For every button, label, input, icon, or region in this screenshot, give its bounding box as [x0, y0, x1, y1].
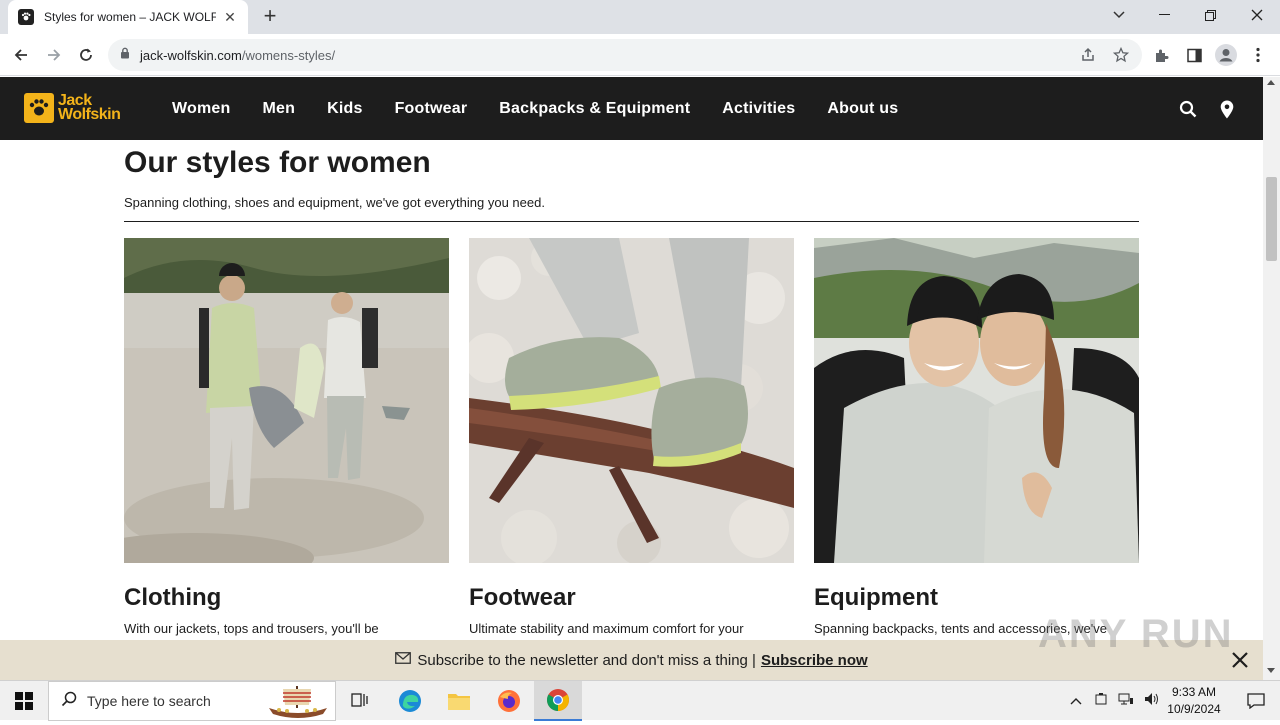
footwear-image[interactable]: [469, 238, 794, 563]
page-content: Our styles for women Spanning clothing, …: [0, 140, 1263, 640]
taskbar-clock[interactable]: 9:33 AM 10/9/2024: [1162, 684, 1226, 718]
profile-avatar-icon[interactable]: [1215, 44, 1237, 66]
tray-chevron-up-icon[interactable]: [1070, 692, 1082, 710]
page-scrollbar[interactable]: [1263, 77, 1280, 680]
search-icon[interactable]: [1176, 97, 1200, 121]
scroll-up-arrow-icon[interactable]: [1267, 80, 1275, 85]
edge-browser-icon[interactable]: [386, 681, 434, 721]
viking-ship-icon: [265, 684, 331, 725]
nav-men[interactable]: Men: [262, 100, 295, 118]
page-title: Our styles for women: [124, 146, 431, 179]
chrome-icon[interactable]: [534, 681, 582, 721]
main-navigation: Women Men Kids Footwear Backpacks & Equi…: [172, 77, 930, 140]
reload-button[interactable]: [73, 42, 99, 68]
site-header: Jack Wolfskin Women Men Kids Footwear Ba…: [0, 77, 1263, 140]
minimize-button[interactable]: [1141, 0, 1187, 30]
site-favicon-icon: [18, 9, 34, 25]
url-path: /womens-styles/: [241, 47, 336, 63]
scroll-down-arrow-icon[interactable]: [1267, 668, 1275, 673]
start-button[interactable]: [0, 681, 48, 721]
category-card-footwear[interactable]: Footwear Ultimate stability and maximum …: [469, 238, 794, 636]
card-title-clothing[interactable]: Clothing: [124, 584, 221, 612]
nav-women[interactable]: Women: [172, 100, 230, 118]
firefox-icon[interactable]: [485, 681, 533, 721]
network-icon[interactable]: [1118, 692, 1134, 711]
address-bar[interactable]: jack-wolfskin.com /womens-styles/: [108, 39, 1142, 71]
clothing-image[interactable]: [124, 238, 449, 563]
browser-toolbar: jack-wolfskin.com /womens-styles/: [0, 34, 1280, 76]
bookmark-star-icon[interactable]: [1113, 39, 1129, 71]
back-button[interactable]: [8, 42, 34, 68]
category-card-clothing[interactable]: Clothing With our jackets, tops and trou…: [124, 238, 449, 636]
search-icon: [61, 691, 77, 712]
new-tab-button[interactable]: +: [258, 5, 282, 29]
nav-kids[interactable]: Kids: [327, 100, 362, 118]
divider: [124, 221, 1139, 222]
paw-logo-icon: [24, 93, 54, 123]
envelope-icon: [395, 651, 412, 669]
lock-icon[interactable]: [120, 46, 130, 64]
browser-tab[interactable]: Styles for women – JACK WOLFSKIN ✕: [8, 0, 248, 34]
category-card-equipment[interactable]: Equipment Spanning backpacks, tents and …: [814, 238, 1139, 636]
logo-line-2: Wolfskin: [58, 106, 121, 123]
nav-activities[interactable]: Activities: [722, 100, 795, 118]
subscribe-now-link[interactable]: Subscribe now: [761, 652, 868, 669]
scroll-thumb[interactable]: [1266, 177, 1277, 261]
url-host: jack-wolfskin.com: [140, 47, 242, 63]
windows-taskbar: Type here to search 9:33 AM 10/9/2024: [0, 680, 1280, 721]
nav-footwear[interactable]: Footwear: [395, 100, 468, 118]
tab-search-chevron-icon[interactable]: [1096, 0, 1142, 30]
nav-backpacks-equipment[interactable]: Backpacks & Equipment: [499, 100, 690, 118]
anyrun-watermark: ANY RUN: [1038, 612, 1234, 656]
clock-time: 9:33 AM: [1171, 685, 1217, 699]
extensions-icon[interactable]: [1151, 44, 1173, 66]
nav-about-us[interactable]: About us: [827, 100, 898, 118]
volume-icon[interactable]: [1144, 692, 1160, 711]
restore-button[interactable]: [1187, 0, 1233, 30]
clock-date: 10/9/2024: [1167, 702, 1221, 716]
close-window-button[interactable]: [1234, 0, 1280, 30]
card-title-footwear[interactable]: Footwear: [469, 584, 576, 612]
card-desc-clothing: With our jackets, tops and trousers, you…: [124, 621, 379, 636]
browser-tabstrip: Styles for women – JACK WOLFSKIN ✕ +: [0, 0, 1280, 34]
newsletter-text: Subscribe to the newsletter and don't mi…: [417, 651, 756, 669]
taskbar-search-box[interactable]: Type here to search: [48, 681, 336, 721]
tab-close-icon[interactable]: ✕: [222, 9, 238, 26]
browser-menu-icon[interactable]: [1247, 44, 1269, 66]
card-desc-footwear: Ultimate stability and maximum comfort f…: [469, 621, 744, 636]
battery-icon[interactable]: [1094, 692, 1108, 711]
equipment-image[interactable]: [814, 238, 1139, 563]
share-icon[interactable]: [1080, 39, 1096, 71]
forward-button[interactable]: [41, 42, 67, 68]
card-title-equipment[interactable]: Equipment: [814, 584, 938, 612]
taskbar-search-placeholder: Type here to search: [87, 693, 211, 709]
notifications-icon[interactable]: [1232, 681, 1280, 721]
jack-wolfskin-logo[interactable]: Jack Wolfskin: [24, 93, 121, 123]
store-locator-pin-icon[interactable]: [1215, 97, 1239, 121]
tab-title: Styles for women – JACK WOLFSKIN: [44, 10, 216, 24]
side-panel-icon[interactable]: [1183, 44, 1205, 66]
task-view-icon[interactable]: [336, 681, 384, 721]
page-subtitle: Spanning clothing, shoes and equipment, …: [124, 195, 545, 210]
system-tray: [1070, 681, 1160, 721]
logo-wordmark: Jack Wolfskin: [58, 93, 121, 123]
file-explorer-icon[interactable]: [435, 681, 483, 721]
